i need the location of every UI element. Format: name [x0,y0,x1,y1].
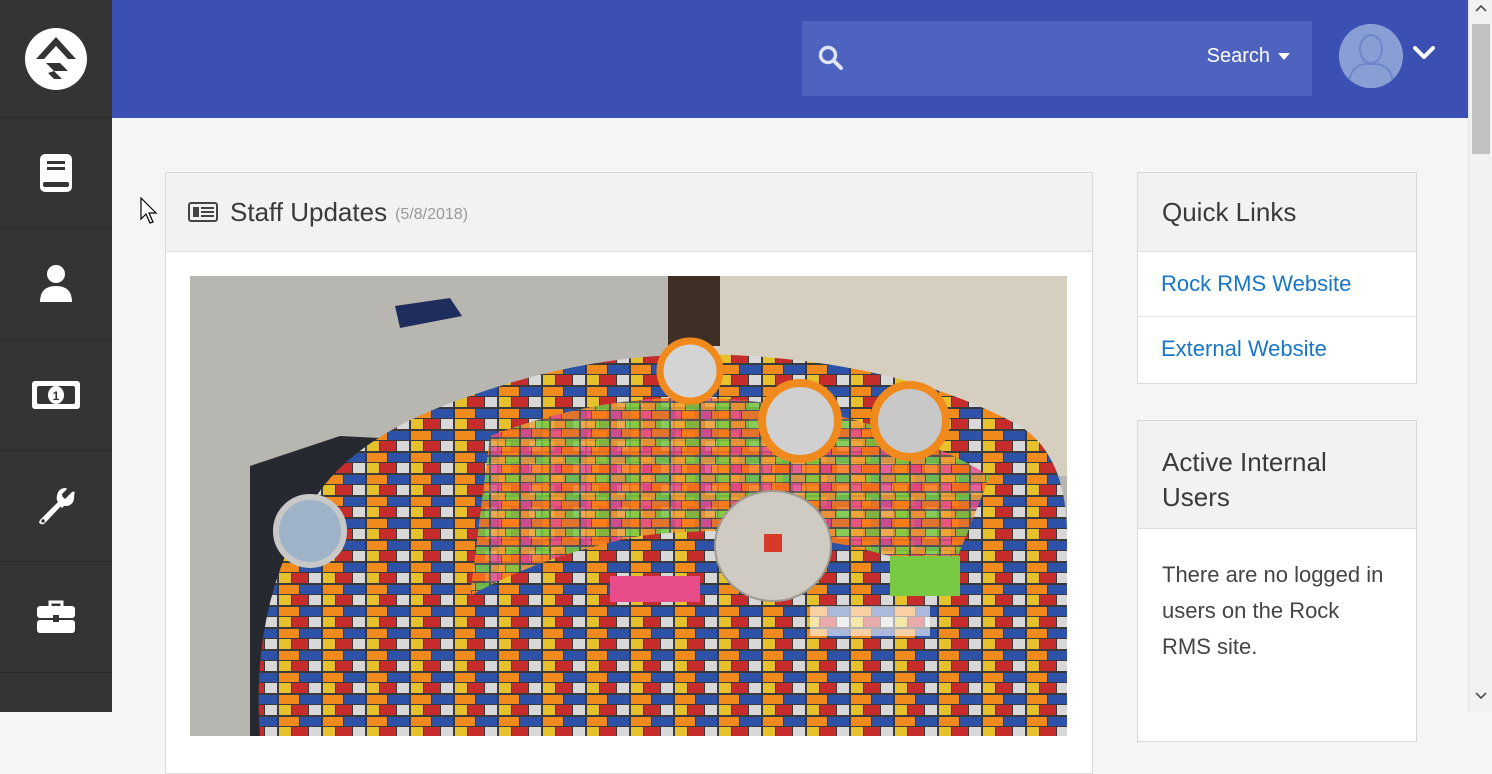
scroll-thumb[interactable] [1472,24,1490,154]
nav-item-people[interactable] [0,229,112,340]
caret-down-icon [1278,52,1290,60]
money-icon: 1 [32,381,80,409]
nav-item-finance[interactable]: 1 [0,340,112,451]
search-filter-label: Search [1206,45,1270,67]
svg-text:1: 1 [53,389,60,403]
search-icon[interactable] [818,45,844,71]
arrow-up-icon [1475,4,1487,12]
vertical-scrollbar[interactable] [1468,0,1492,712]
scroll-up-arrow[interactable] [1469,4,1492,20]
active-users-message: There are no logged in users on the Rock… [1162,562,1384,659]
active-users-title: Active Internal Users [1162,447,1327,512]
newspaper-icon [188,202,218,222]
avatar-icon [1339,24,1403,88]
staff-updates-panel: Staff Updates (5/8/2018) [165,172,1093,774]
search-filter-dropdown[interactable]: Search [1207,45,1290,68]
user-avatar[interactable] [1339,24,1403,88]
search-input[interactable] [856,37,1190,83]
staff-updates-heading: Staff Updates (5/8/2018) [166,173,1092,252]
staff-updates-title: Staff Updates [230,196,388,227]
active-users-heading: Active Internal Users [1138,421,1416,529]
briefcase-icon [37,600,75,633]
quick-links-panel: Quick Links Rock RMS Website External We… [1137,172,1417,384]
nav-item-admin-tools[interactable] [0,451,112,562]
search-box: Search [802,21,1312,96]
top-header: Search [112,0,1468,118]
rock-logo-icon [25,27,87,90]
rock-logo[interactable] [0,0,112,118]
nav-item-tools[interactable] [0,562,112,673]
arrow-down-icon [1475,692,1487,700]
person-icon [40,265,72,302]
wrench-icon [39,488,75,525]
mouse-cursor-icon [140,197,158,224]
lego-falcon-image [190,276,1067,736]
staff-update-image[interactable] [190,276,1067,736]
chevron-down-icon[interactable] [1413,46,1435,60]
quick-links-title: Quick Links [1162,196,1297,227]
active-internal-users-panel: Active Internal Users There are no logge… [1137,420,1417,742]
quick-link-rock-rms-website[interactable]: Rock RMS Website [1138,252,1416,317]
main-content: Staff Updates (5/8/2018) Quick Links Roc… [112,118,1468,774]
book-icon [40,154,72,192]
left-nav: 1 [0,0,112,712]
scroll-down-arrow[interactable] [1469,692,1492,708]
quick-link-external-website[interactable]: External Website [1138,317,1416,381]
quick-links-heading: Quick Links [1138,173,1416,252]
staff-updates-date: (5/8/2018) [395,206,469,223]
nav-item-content[interactable] [0,118,112,229]
